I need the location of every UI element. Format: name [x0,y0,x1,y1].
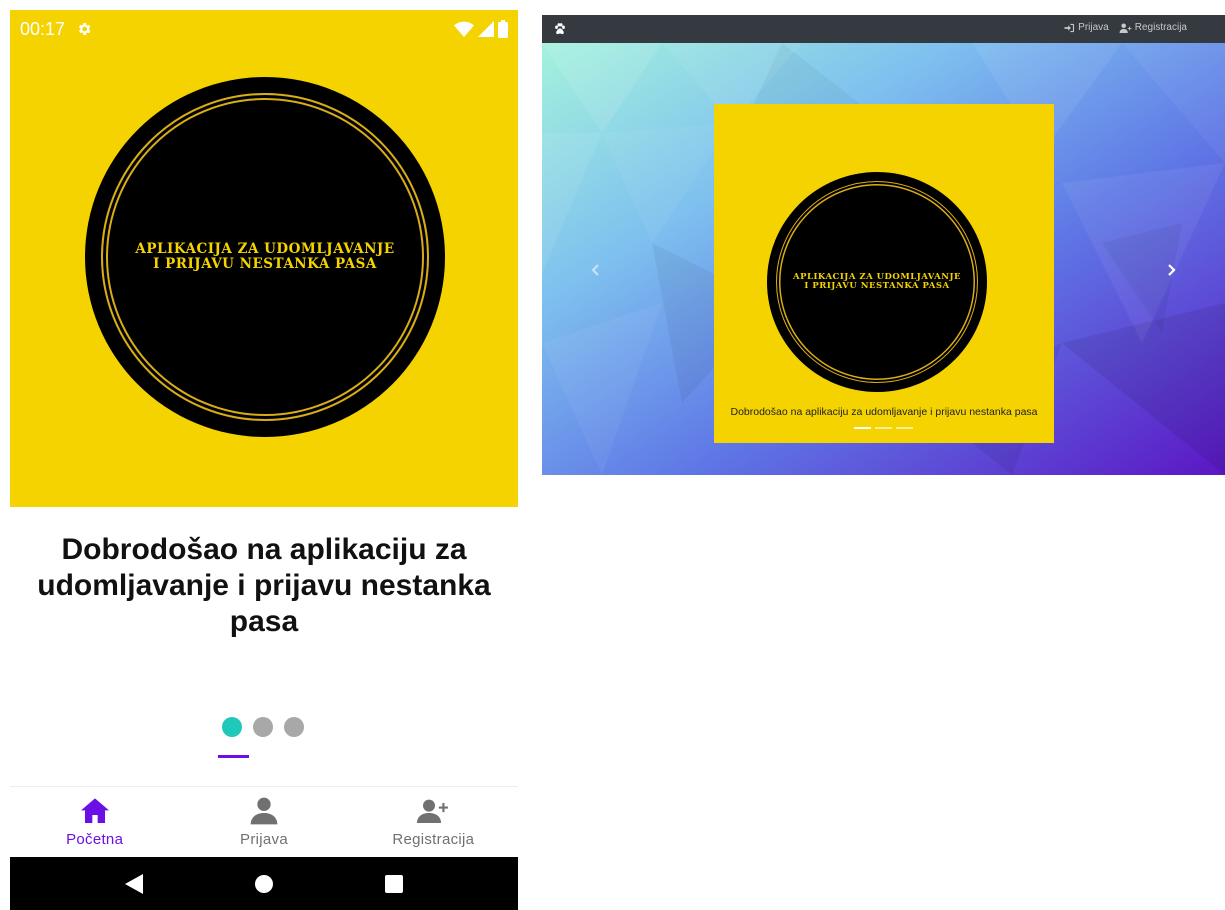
welcome-title: Dobrodošao na aplikaciju za udomljavanje… [37,533,491,638]
person-add-icon [417,799,449,823]
home-icon [80,798,109,823]
paw-icon[interactable] [553,22,567,36]
nav-item-login[interactable]: Prijava [179,787,348,856]
carousel-indicator-1[interactable] [854,427,871,429]
active-tab-underline [218,755,249,758]
app-logo: APLIKACIJA ZA UDOMLJAVANJE I PRIJAVU NES… [85,77,445,437]
carousel-prev-chevron-icon[interactable] [589,263,603,277]
nav-register-label: Registracija [1134,22,1187,33]
web-app-logo: APLIKACIJA ZA UDOMLJAVANJE I PRIJAVU NES… [767,172,987,392]
nav-register-link[interactable]: Registracija [1119,22,1187,33]
nav-item-register[interactable]: Registracija [349,787,518,856]
nav-login-link[interactable]: Prijava [1064,22,1109,33]
battery-icon [498,20,508,38]
page-dot-2[interactable] [253,717,273,737]
logo-text-line1: APLIKACIJA ZA UDOMLJAVANJE [135,241,395,258]
nav-label-register: Registracija [392,831,475,848]
bottom-navigation: Početna Prijava Registracija [10,786,518,856]
wifi-icon [454,21,474,37]
status-indicators [454,20,508,38]
logo-text: APLIKACIJA ZA UDOMLJAVANJE I PRIJAVU NES… [135,242,394,272]
carousel-slide: APLIKACIJA ZA UDOMLJAVANJE I PRIJAVU NES… [714,104,1054,443]
sign-in-icon [1064,23,1075,32]
mobile-app-screen: 00:17 APLIKACIJA ZA UDOMLJAVANJE I PRIJA… [10,10,518,910]
page-dot-1[interactable] [222,717,242,737]
recents-icon[interactable] [384,874,403,893]
nav-item-home[interactable]: Početna [10,787,179,856]
signal-icon [478,21,494,37]
carousel-indicator-3[interactable] [896,427,913,429]
logo-text-line2: I PRIJAVU NESTANKA PASA [153,256,377,272]
navbar-links: Prijava Registracija [1064,22,1187,33]
nav-label-login: Prijava [240,831,288,848]
status-bar: 00:17 [10,10,518,48]
nav-label-home: Početna [66,831,124,848]
carousel-indicator-2[interactable] [875,427,892,429]
hero-banner: 00:17 APLIKACIJA ZA UDOMLJAVANJE I PRIJA… [10,10,518,507]
page-dot-3[interactable] [284,717,304,737]
page-indicator [222,717,304,737]
home-circle-icon[interactable] [254,874,274,894]
nav-login-label: Prijava [1078,22,1109,33]
user-plus-icon [1119,22,1132,33]
web-logo-text: APLIKACIJA ZA UDOMLJAVANJE I PRIJAVU NES… [793,272,961,292]
web-logo-text-line2: I PRIJAVU NESTANKA PASA [804,281,950,291]
top-navbar: Prijava Registracija [542,15,1225,43]
system-navigation-bar [10,857,518,910]
person-icon [250,797,278,825]
settings-gear-icon [78,23,91,35]
carousel-indicators [854,427,913,429]
carousel-caption: Dobrodošao na aplikaciju za udomljavanje… [730,406,1038,418]
back-icon[interactable] [125,873,144,894]
web-app-screen: Prijava Registracija APLIKACIJA ZA UDOML… [542,15,1225,475]
status-time: 00:17 [20,19,66,39]
carousel-next-chevron-icon[interactable] [1164,263,1178,277]
